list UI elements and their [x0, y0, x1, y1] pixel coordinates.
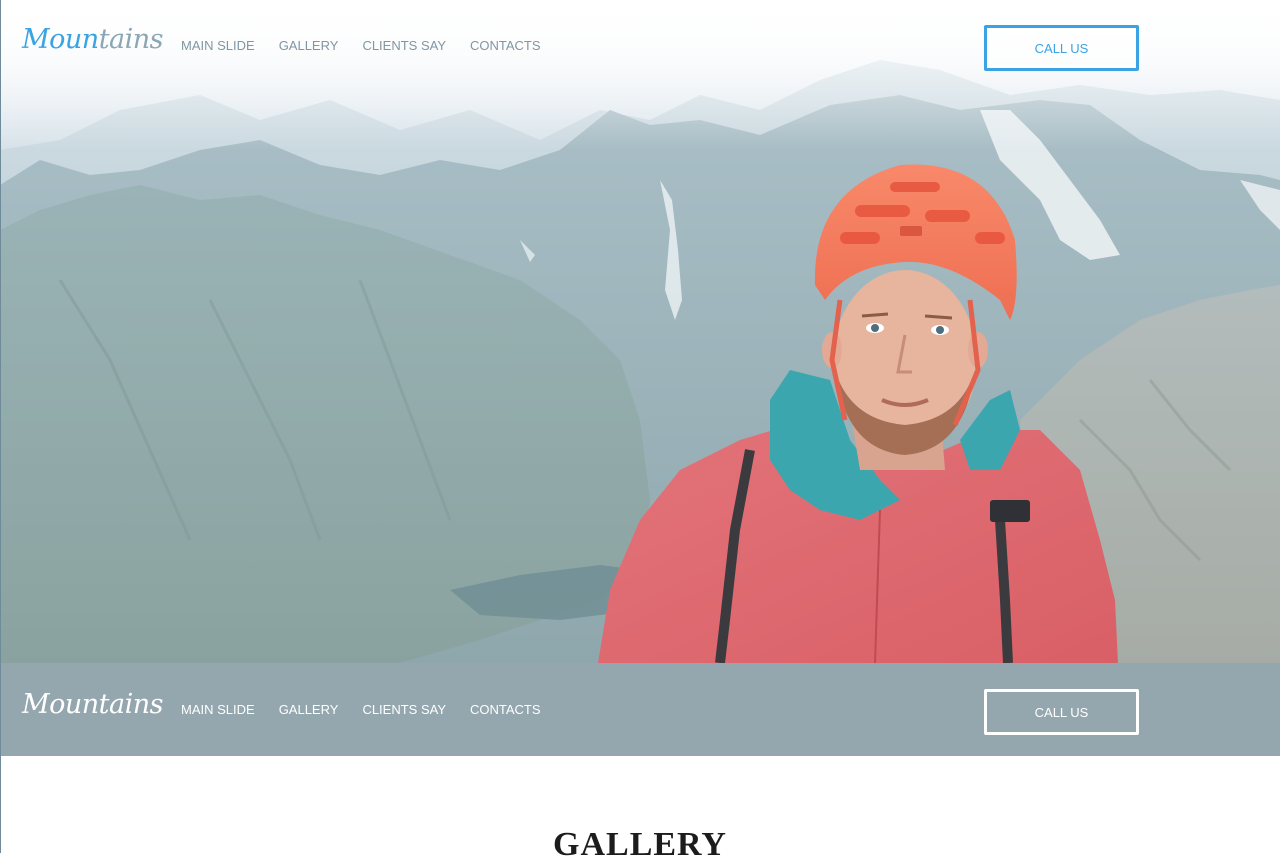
top-navbar: Mountains MAIN SLIDE GALLERY CLIENTS SAY…: [0, 0, 1280, 92]
sticky-nav-item-contacts[interactable]: CONTACTS: [470, 702, 541, 717]
logo-text-part2: tains: [98, 24, 164, 55]
gallery-heading: GALLERY: [553, 826, 727, 863]
hero-image: [0, 0, 1280, 663]
hero-section: Mountains MAIN SLIDE GALLERY CLIENTS SAY…: [0, 0, 1280, 663]
nav-item-contacts[interactable]: CONTACTS: [470, 38, 541, 53]
main-menu: MAIN SLIDE GALLERY CLIENTS SAY CONTACTS: [181, 38, 541, 53]
nav-item-gallery[interactable]: GALLERY: [279, 38, 339, 53]
call-us-button[interactable]: CALL US: [984, 25, 1139, 71]
nav-item-main-slide[interactable]: MAIN SLIDE: [181, 38, 255, 53]
page-edge: [0, 0, 1, 853]
sticky-call-us-button[interactable]: CALL US: [984, 689, 1139, 735]
sticky-nav-item-main-slide[interactable]: MAIN SLIDE: [181, 702, 255, 717]
brand-logo-sticky[interactable]: Mountains: [22, 689, 164, 720]
sticky-nav-item-gallery[interactable]: GALLERY: [279, 702, 339, 717]
sticky-navbar: Mountains MAIN SLIDE GALLERY CLIENTS SAY…: [0, 663, 1280, 756]
nav-item-clients-say[interactable]: CLIENTS SAY: [362, 38, 446, 53]
logo-text-part1: Moun: [22, 24, 99, 55]
sticky-menu: MAIN SLIDE GALLERY CLIENTS SAY CONTACTS: [181, 702, 541, 717]
gallery-section: GALLERY: [0, 756, 1280, 863]
brand-logo[interactable]: Mountains: [22, 24, 164, 55]
sticky-nav-item-clients-say[interactable]: CLIENTS SAY: [362, 702, 446, 717]
